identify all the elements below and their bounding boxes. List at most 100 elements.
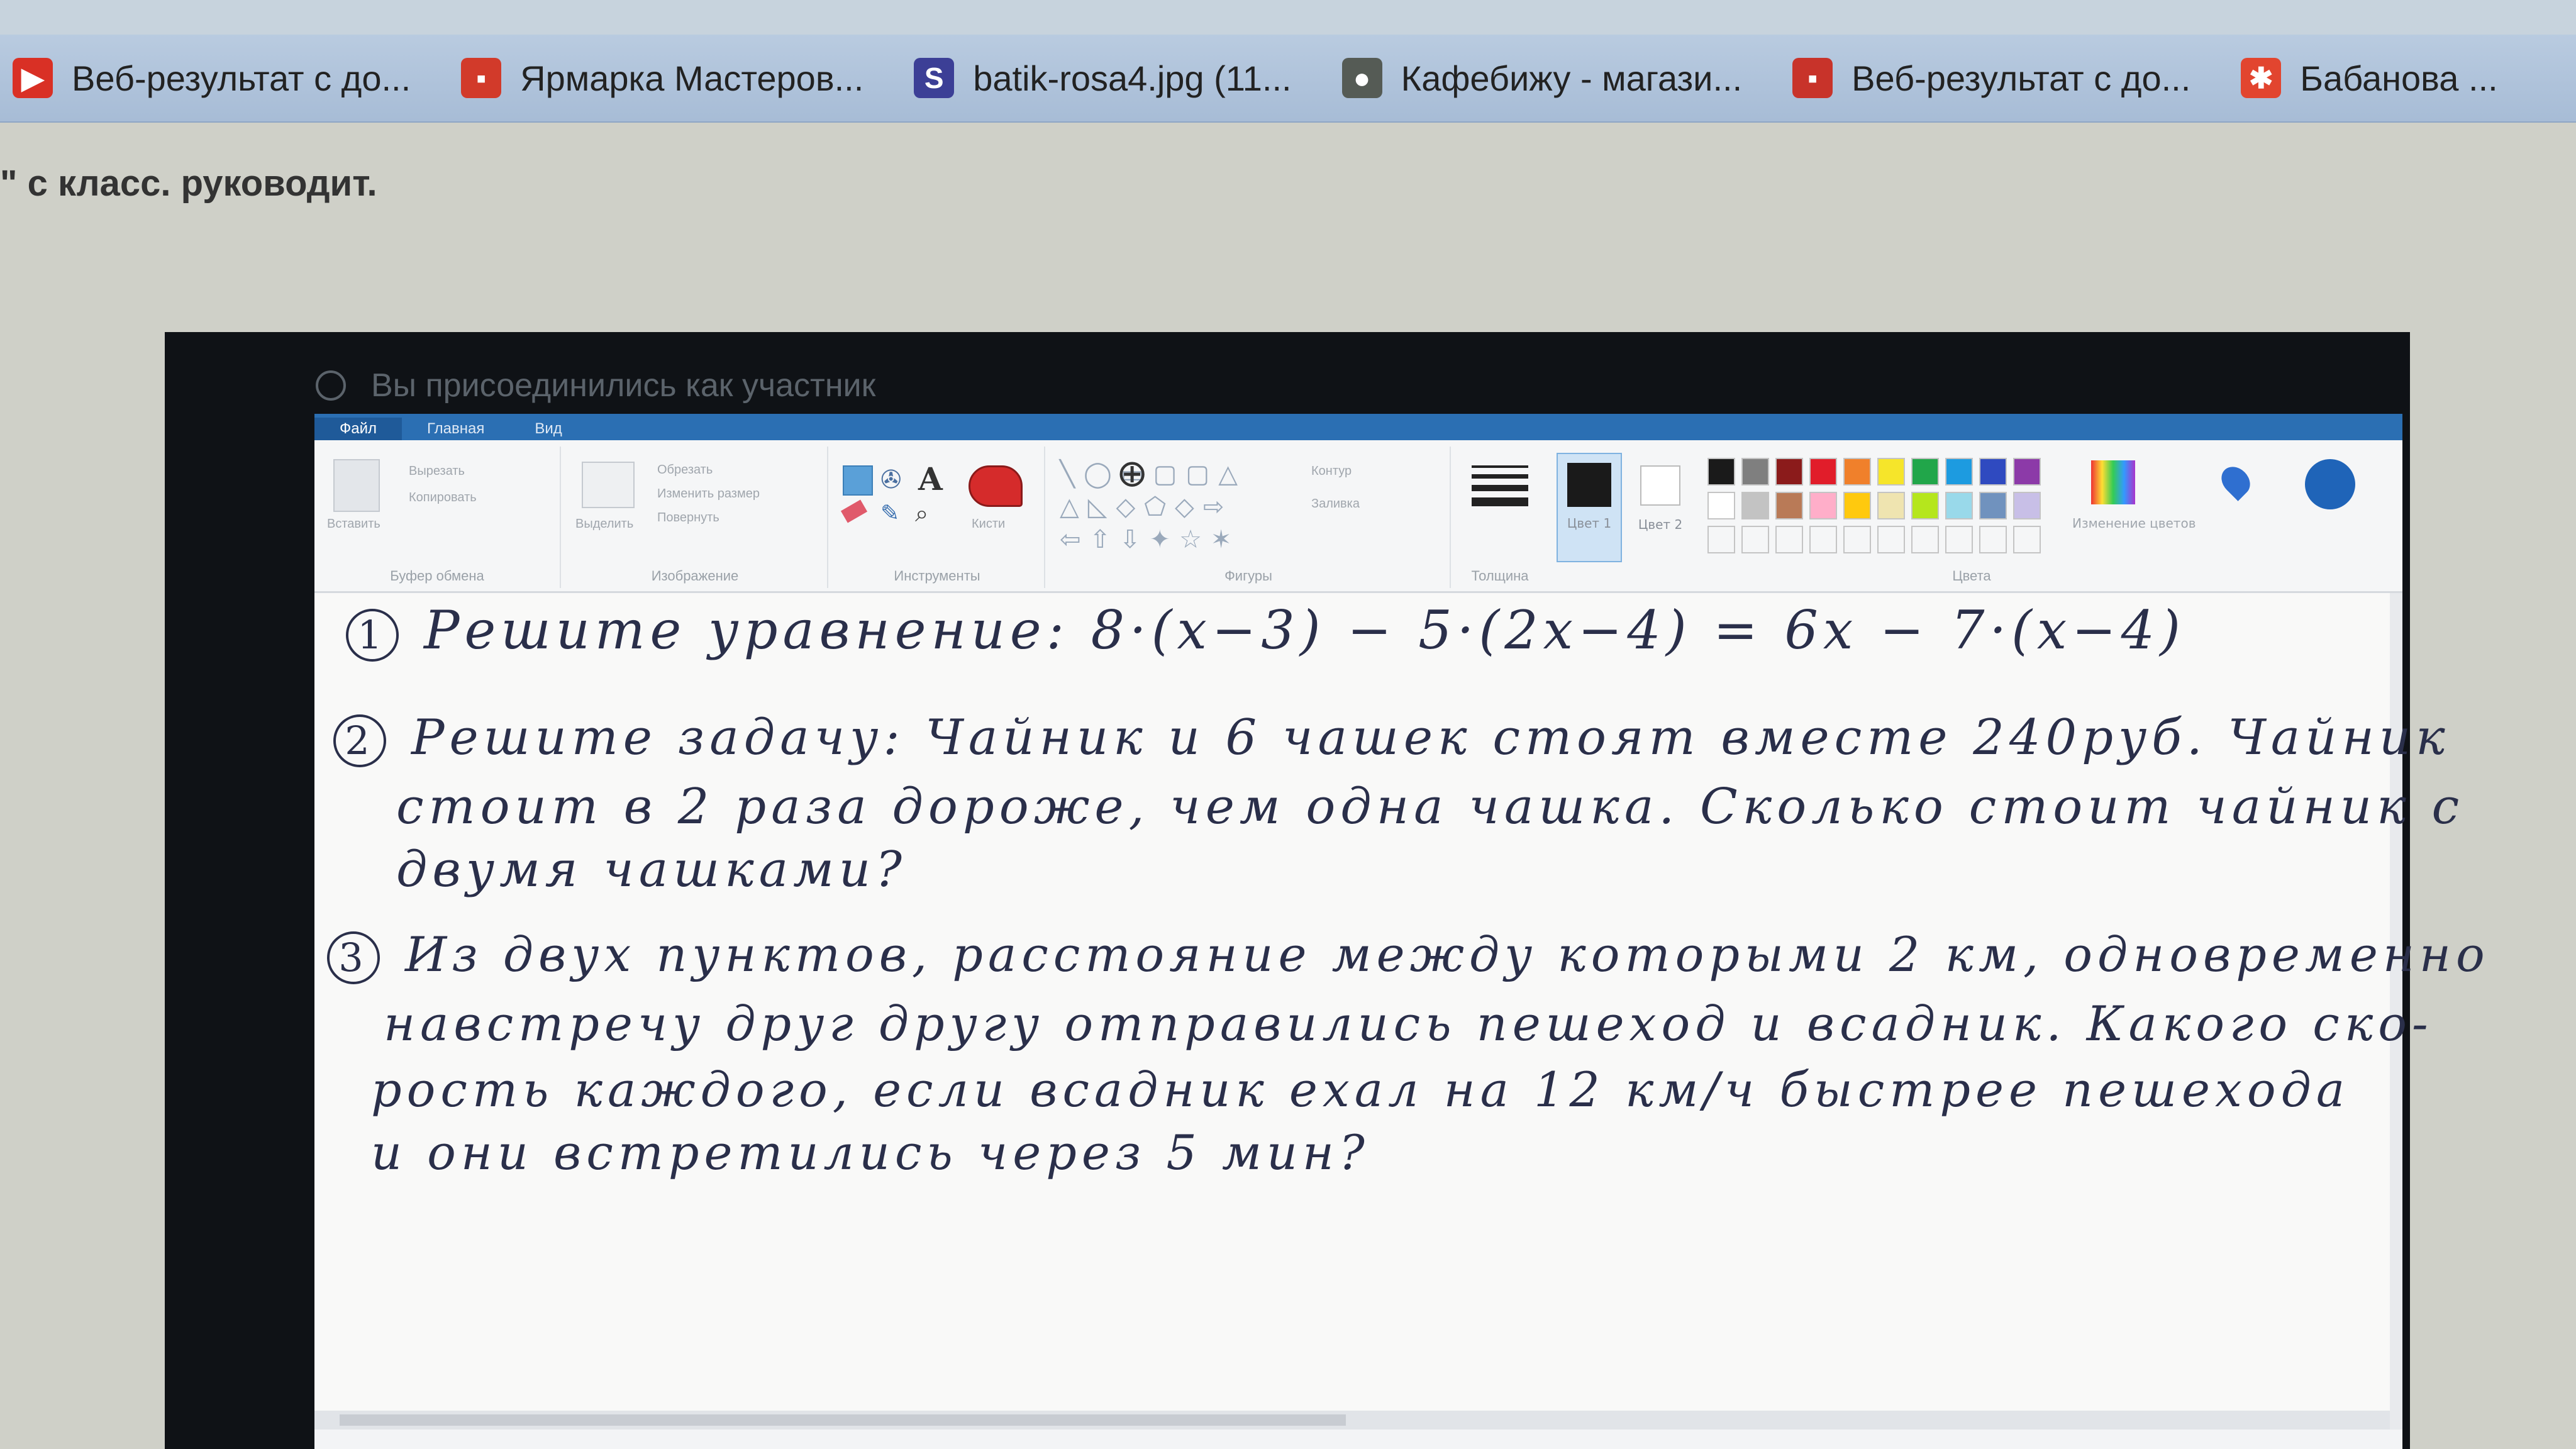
web-result-icon: ▪: [1792, 58, 1833, 98]
bookmark-item[interactable]: ● Кафебижу - магази...: [1341, 35, 1743, 121]
copy-button[interactable]: Копировать: [409, 491, 477, 505]
bookmark-item[interactable]: ▶ Веб-результат с до...: [13, 35, 411, 121]
ribbon-group-colors: Цвет 1 Цвет 2 Изменение цветов Цвета: [1550, 447, 2393, 588]
bookmark-item[interactable]: ▪ Ярмарка Мастеров...: [461, 35, 863, 121]
color-palette: [1707, 458, 2060, 571]
browser-top-strip: [0, 0, 2576, 35]
color2-label: Цвет 2: [1638, 517, 1683, 532]
brushes-icon[interactable]: [969, 465, 1023, 507]
select-button[interactable]: Выделить: [575, 517, 633, 531]
bookmark-item[interactable]: Sbatik-rosa4.jpg (11...: [914, 35, 1292, 121]
pencil-icon[interactable]: [843, 465, 873, 496]
paint3d-icon[interactable]: [2216, 461, 2256, 501]
resize-button[interactable]: Изменить размер: [657, 487, 760, 501]
participant-status-icon: [316, 370, 346, 401]
tab-view[interactable]: Вид: [509, 418, 587, 440]
product-alert-icon[interactable]: [2305, 459, 2355, 509]
palette-empty-swatch[interactable]: [1809, 526, 1837, 553]
ribbon-group-size: Толщина: [1453, 447, 1547, 588]
task3-line1: 3 Из двух пунктов, расстояние между котор…: [327, 926, 2490, 984]
tab-file[interactable]: Файл: [314, 418, 402, 440]
palette-empty-swatch[interactable]: [2013, 526, 2041, 553]
size-button[interactable]: Толщина: [1453, 568, 1547, 584]
palette-swatch[interactable]: [1945, 458, 1973, 486]
cut-button[interactable]: Вырезать: [409, 464, 465, 479]
edit-colors-button[interactable]: Изменение цветов: [2072, 516, 2196, 531]
bookmark-item[interactable]: ✱ Бабанова ...: [2241, 35, 2498, 121]
paste-icon[interactable]: [333, 459, 380, 512]
palette-swatch[interactable]: [1707, 458, 1735, 486]
palette-swatch[interactable]: [1979, 458, 2007, 486]
palette-empty-swatch[interactable]: [1741, 526, 1769, 553]
palette-empty-swatch[interactable]: [1775, 526, 1803, 553]
palette-swatch[interactable]: [1877, 458, 1905, 486]
palette-swatch[interactable]: [1775, 458, 1803, 486]
ribbon-group-label: Изображение: [651, 568, 739, 584]
bookmark-label: Ярмарка Мастеров...: [520, 58, 864, 98]
tab-home[interactable]: Главная: [402, 418, 509, 440]
ribbon-group-label: Цвета: [1952, 568, 1991, 584]
ribbon-group-label: Фигуры: [1224, 568, 1272, 584]
palette-swatch[interactable]: [1843, 492, 1871, 519]
task3-line3: рость каждого, если всадник ехал на 12 к…: [371, 1062, 2350, 1118]
edit-colors-icon[interactable]: [2091, 460, 2135, 504]
line-size-icon[interactable]: [1472, 465, 1528, 506]
paste-button[interactable]: Вставить: [327, 517, 380, 531]
horizontal-scrollbar[interactable]: [314, 1411, 2390, 1430]
palette-swatch[interactable]: [1911, 458, 1939, 486]
palette-swatch[interactable]: [2013, 492, 2041, 519]
palette-swatch[interactable]: [1979, 492, 2007, 519]
drawing-canvas[interactable]: 1 Решите уравнение: 8·(х−3) − 5·(2х−4) = …: [314, 593, 2485, 1430]
select-icon[interactable]: [582, 462, 635, 508]
page-heading: " с класс. руководит.: [0, 163, 377, 204]
task2-line3: двумя чашками?: [396, 841, 907, 898]
palette-swatch[interactable]: [1911, 492, 1939, 519]
palette-empty-swatch[interactable]: [1979, 526, 2007, 553]
bookmark-label: Кафебижу - магази...: [1401, 58, 1743, 98]
color-picker-icon[interactable]: ✎: [880, 501, 899, 526]
palette-empty-swatch[interactable]: [1843, 526, 1871, 553]
magnifier-icon[interactable]: ⌕: [915, 499, 928, 528]
paint-menu-bar: Файл Главная Вид: [314, 414, 2402, 440]
palette-swatch[interactable]: [1775, 492, 1803, 519]
fill-icon[interactable]: ✇: [880, 465, 902, 494]
brushes-button[interactable]: Кисти: [972, 517, 1005, 531]
outline-button[interactable]: Контур: [1311, 464, 1352, 479]
eraser-icon[interactable]: [840, 499, 868, 523]
shared-screen-status: Вы присоединились как участник: [316, 351, 875, 420]
color2-swatch: [1640, 465, 1680, 506]
gift-icon: ✱: [2241, 58, 2282, 98]
palette-empty-swatch[interactable]: [1945, 526, 1973, 553]
image-s-icon: S: [914, 58, 955, 98]
palette-empty-swatch[interactable]: [1877, 526, 1905, 553]
palette-swatch[interactable]: [1877, 492, 1905, 519]
color1-button[interactable]: Цвет 1: [1557, 453, 1622, 562]
ribbon-group-label: Буфер обмена: [390, 568, 484, 584]
palette-swatch[interactable]: [1945, 492, 1973, 519]
palette-swatch[interactable]: [1707, 492, 1735, 519]
color2-button[interactable]: Цвет 2: [1629, 453, 1692, 560]
fill-shape-button[interactable]: Заливка: [1311, 497, 1360, 511]
ribbon-group-label: Инструменты: [894, 568, 980, 584]
task3-line2: навстречу друг другу отправились пешеход…: [384, 996, 2433, 1052]
crop-button[interactable]: Обрезать: [657, 463, 713, 477]
palette-swatch[interactable]: [1809, 492, 1837, 519]
rotate-button[interactable]: Повернуть: [657, 511, 719, 525]
bookmarks-bar: ▶ Веб-результат с до... ▪ Ярмарка Мастеров.…: [0, 35, 2576, 123]
participant-status-text: Вы присоединились как участник: [371, 367, 876, 404]
task2-line1: 2 Решите задачу: Чайник и 6 чашек стоят в…: [333, 709, 2450, 767]
paint-window: Файл Главная Вид Вставить Вырезать Копир…: [314, 414, 2485, 1449]
palette-swatch[interactable]: [1809, 458, 1837, 486]
palette-swatch[interactable]: [1843, 458, 1871, 486]
palette-swatch[interactable]: [1741, 492, 1769, 519]
bookmark-item[interactable]: ▪ Веб-результат с до...: [1792, 35, 2190, 121]
palette-empty-swatch[interactable]: [1911, 526, 1939, 553]
palette-swatch[interactable]: [2013, 458, 2041, 486]
shapes-gallery[interactable]: ╲◯▭▢▢△ △◺◇⬠◇⇨ ⇦⇧⇩✦☆✶: [1060, 458, 1286, 556]
task1-text: Решите уравнение: 8·(х−3) − 5·(2х−4) = 6…: [424, 599, 2185, 661]
palette-empty-swatch[interactable]: [1707, 526, 1735, 553]
scrollbar-thumb[interactable]: [340, 1414, 1346, 1426]
text-tool-icon[interactable]: A: [918, 460, 943, 497]
palette-swatch[interactable]: [1741, 458, 1769, 486]
task2-text-line1: Решите задачу: Чайник и 6 чашек стоят вм…: [411, 709, 2450, 766]
